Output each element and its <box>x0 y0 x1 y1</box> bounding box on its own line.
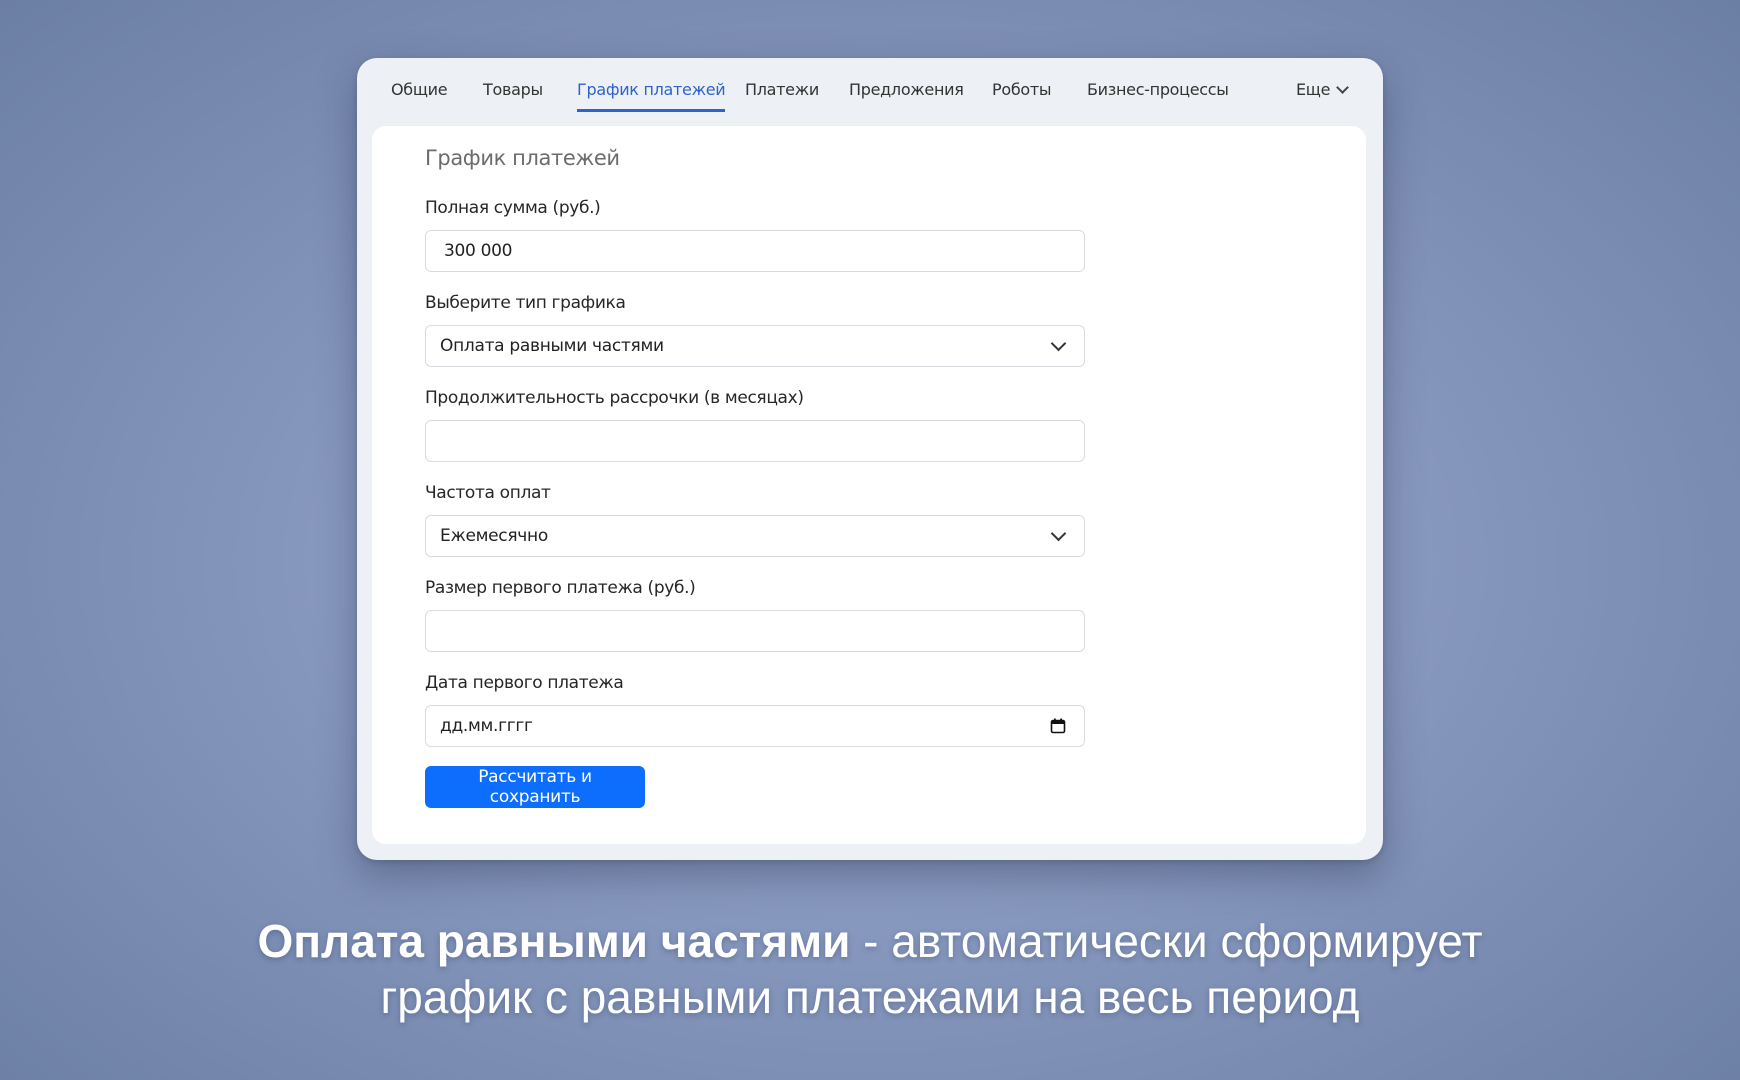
total-amount-group: Полная сумма (руб.) 300 000 <box>425 196 1085 272</box>
caption-line-2: график с равными платежами на весь перио… <box>380 971 1360 1023</box>
first-payment-date-input[interactable]: дд.мм.гггг <box>425 705 1085 747</box>
duration-input[interactable] <box>425 420 1085 462</box>
total-amount-label: Полная сумма (руб.) <box>425 198 601 218</box>
tab-robots[interactable]: Роботы <box>992 72 1052 112</box>
tab-bar: Общие Товары График платежей Платежи Пре… <box>357 58 1383 124</box>
total-amount-input[interactable]: 300 000 <box>425 230 1085 272</box>
calculate-and-save-button[interactable]: Рассчитать и сохранить <box>425 766 645 808</box>
caption-bold: Оплата равными частями <box>257 915 851 967</box>
first-payment-size-label: Размер первого платежа (руб.) <box>425 578 696 598</box>
payment-schedule-panel: График платежей Полная сумма (руб.) 300 … <box>372 126 1366 844</box>
schedule-type-select[interactable]: Оплата равными частями <box>425 325 1085 367</box>
tab-payments[interactable]: Платежи <box>745 72 819 112</box>
frequency-group: Частота оплат Ежемесячно <box>425 481 1085 557</box>
chevron-down-icon <box>1336 81 1349 94</box>
duration-label: Продолжительность рассрочки (в месяцах) <box>425 388 804 408</box>
first-payment-date-group: Дата первого платежа дд.мм.гггг <box>425 671 1085 747</box>
section-title: График платежей <box>425 146 620 170</box>
tab-general[interactable]: Общие <box>391 72 448 112</box>
chevron-down-icon <box>1050 525 1067 541</box>
tab-more-label: Еще <box>1296 80 1331 99</box>
frequency-select[interactable]: Ежемесячно <box>425 515 1085 557</box>
tab-business-processes[interactable]: Бизнес-процессы <box>1087 72 1229 112</box>
tab-products[interactable]: Товары <box>483 72 543 112</box>
schedule-type-label: Выберите тип графика <box>425 293 626 313</box>
frequency-label: Частота оплат <box>425 483 551 503</box>
first-payment-date-placeholder: дд.мм.гггг <box>440 716 533 736</box>
caption-line-1: Оплата равными частями - автоматически с… <box>0 914 1740 968</box>
first-payment-size-group: Размер первого платежа (руб.) <box>425 576 1085 652</box>
crm-card-window: Общие Товары График платежей Платежи Пре… <box>357 58 1383 860</box>
tab-more[interactable]: Еще <box>1296 72 1349 108</box>
frequency-value: Ежемесячно <box>440 526 548 546</box>
calendar-icon[interactable] <box>1050 718 1066 734</box>
duration-group: Продолжительность рассрочки (в месяцах) <box>425 386 1085 462</box>
tab-payment-schedule[interactable]: График платежей <box>577 72 726 112</box>
chevron-down-icon <box>1050 335 1067 351</box>
total-amount-value: 300 000 <box>444 241 513 261</box>
first-payment-size-input[interactable] <box>425 610 1085 652</box>
schedule-type-group: Выберите тип графика Оплата равными част… <box>425 291 1085 367</box>
schedule-type-value: Оплата равными частями <box>440 336 664 356</box>
tab-offers[interactable]: Предложения <box>849 72 964 112</box>
caption-rest: - автоматически сформирует <box>850 915 1483 967</box>
first-payment-date-label: Дата первого платежа <box>425 673 624 693</box>
